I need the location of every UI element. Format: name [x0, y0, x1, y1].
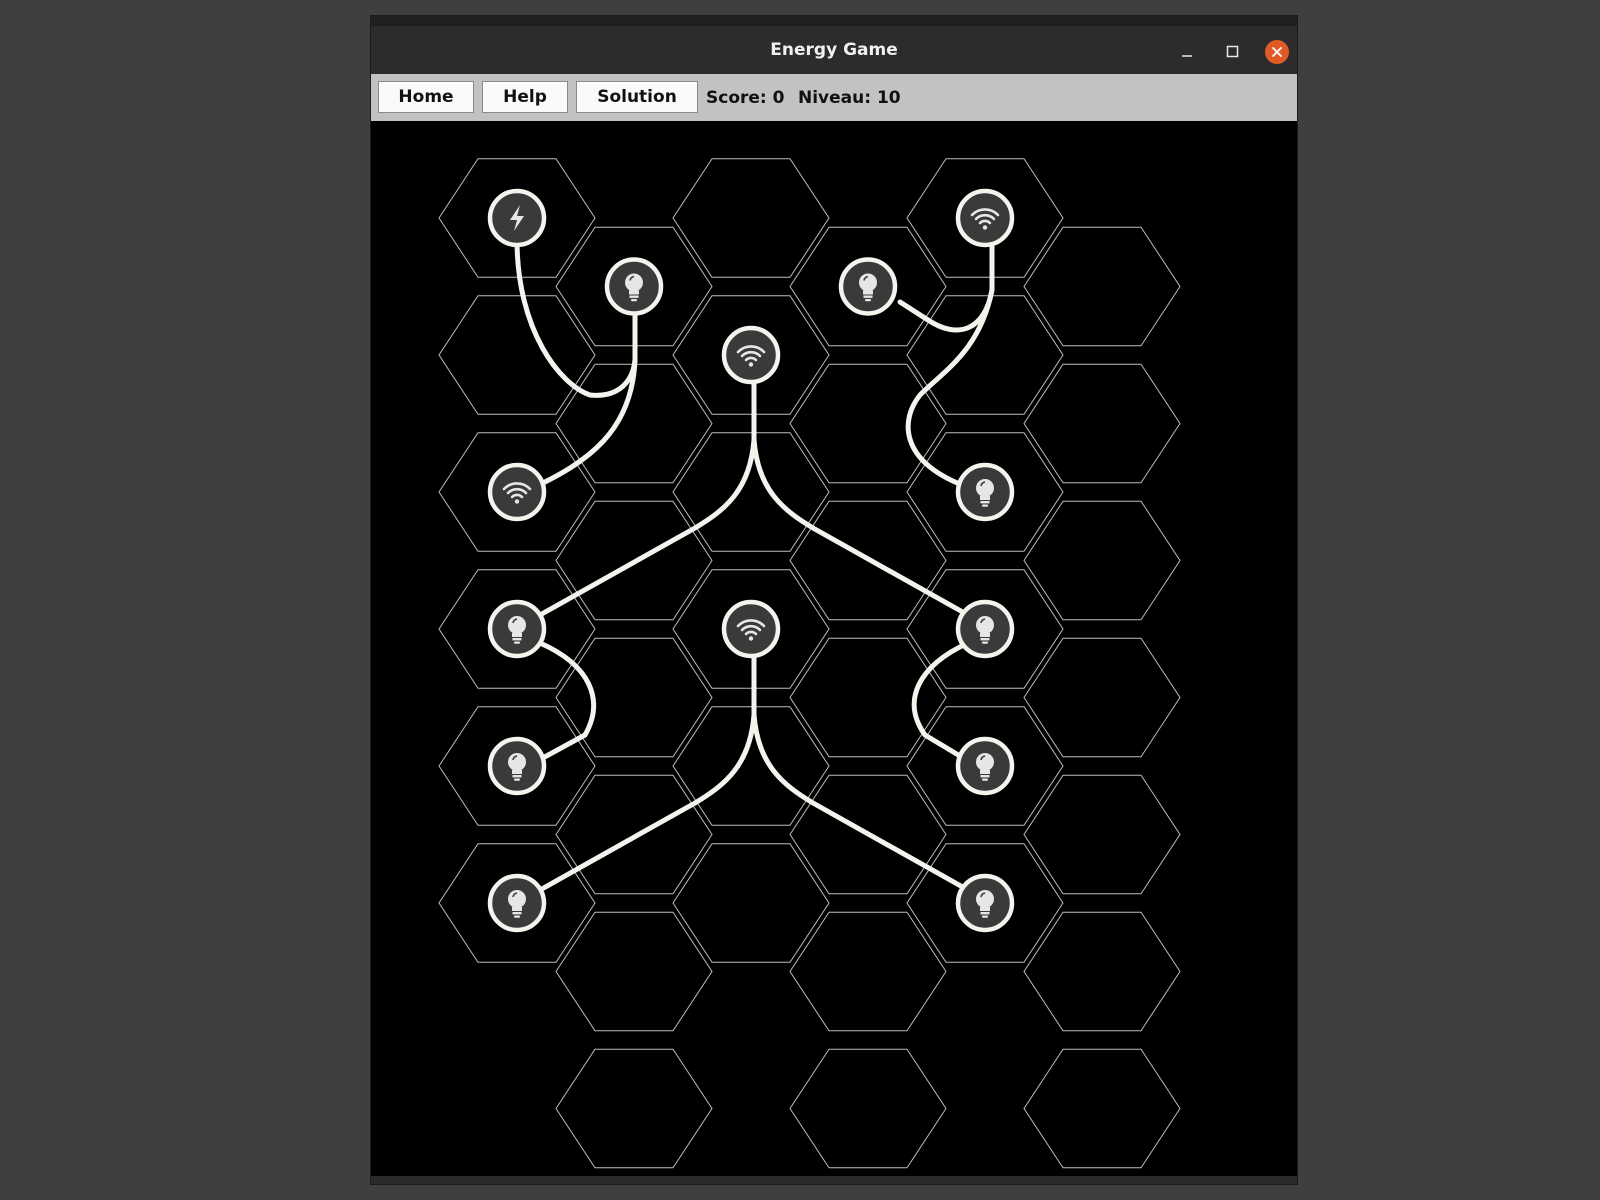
hex-tile[interactable]	[1023, 500, 1181, 621]
lamp-node[interactable]	[487, 873, 547, 933]
hex-tile[interactable]	[1023, 911, 1181, 1032]
hex-tile[interactable]	[1023, 1048, 1181, 1169]
score-label: Score: 0	[706, 88, 785, 108]
source-node[interactable]	[487, 188, 547, 248]
hex-tile[interactable]	[555, 911, 713, 1032]
wire-lamp-to-wifi-left	[525, 297, 638, 493]
transmitter-node[interactable]	[487, 462, 547, 522]
hex-tile[interactable]	[1023, 226, 1181, 347]
level-label: Niveau: 10	[798, 88, 901, 108]
transmitter-node[interactable]	[721, 599, 781, 659]
transmitter-node[interactable]	[955, 188, 1015, 248]
app-window: Energy Game Home Help Solution Score: 0 …	[371, 16, 1297, 1184]
lamp-node[interactable]	[838, 257, 898, 316]
window-title: Energy Game	[770, 40, 898, 60]
lamp-node[interactable]	[487, 599, 547, 659]
hex-tile[interactable]	[1023, 363, 1181, 484]
hex-tile[interactable]	[789, 363, 947, 484]
hex-tile-grid[interactable]	[438, 158, 1181, 1169]
hex-tile[interactable]	[789, 911, 947, 1032]
toolbar: Home Help Solution Score: 0 Niveau: 10	[371, 74, 1297, 121]
window-bottom-edge	[371, 1176, 1297, 1184]
wire-hub2-to-left-lamp	[537, 627, 757, 893]
lamp-node[interactable]	[487, 736, 547, 796]
minimize-icon[interactable]	[1175, 40, 1199, 64]
maximize-icon[interactable]	[1220, 40, 1244, 64]
wire-hub-to-left-lamp	[537, 352, 757, 618]
lamp-node[interactable]	[955, 736, 1015, 796]
wire-left-lamp-pair	[527, 640, 596, 768]
transmitter-node[interactable]	[721, 325, 781, 385]
solution-button[interactable]: Solution	[576, 81, 698, 113]
hex-tile[interactable]	[1023, 637, 1181, 758]
hex-tile[interactable]	[789, 637, 947, 758]
lamp-node[interactable]	[604, 257, 664, 316]
home-button[interactable]: Home	[378, 81, 474, 113]
window-top-edge	[371, 16, 1297, 26]
title-bar[interactable]: Energy Game	[371, 26, 1297, 74]
wire-network	[514, 215, 995, 893]
component-nodes[interactable]	[487, 188, 1015, 933]
close-icon[interactable]	[1265, 40, 1289, 64]
lamp-node[interactable]	[955, 599, 1015, 659]
hex-tile[interactable]	[1023, 774, 1181, 895]
hex-tile[interactable]	[672, 843, 830, 963]
help-button[interactable]: Help	[482, 81, 568, 113]
lamp-node[interactable]	[955, 873, 1015, 933]
hex-tile[interactable]	[555, 1048, 713, 1169]
game-board[interactable]	[371, 121, 1297, 1176]
wire-hub-to-right-lamp	[751, 437, 971, 618]
hex-tile[interactable]	[789, 1048, 947, 1169]
hex-tile[interactable]	[438, 295, 596, 415]
lamp-node[interactable]	[955, 462, 1015, 522]
hex-tile[interactable]	[672, 158, 830, 278]
